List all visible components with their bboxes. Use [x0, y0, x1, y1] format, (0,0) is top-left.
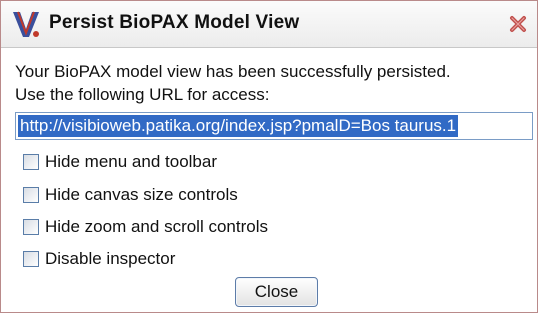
close-button[interactable]: Close — [235, 277, 318, 307]
visibioweb-logo-icon — [11, 9, 41, 39]
hide-menu-toolbar-checkbox[interactable] — [23, 154, 39, 170]
persist-dialog: Persist BioPAX Model View Your BioPAX mo… — [0, 0, 538, 313]
success-message: Your BioPAX model view has been successf… — [15, 62, 451, 81]
hide-zoom-scroll-checkbox[interactable] — [23, 219, 39, 235]
url-instruction: Use the following URL for access: — [15, 85, 270, 104]
dialog-titlebar[interactable]: Persist BioPAX Model View — [1, 1, 537, 48]
close-x-icon[interactable] — [508, 14, 528, 34]
hide-menu-toolbar-label: Hide menu and toolbar — [45, 152, 218, 171]
disable-inspector-checkbox[interactable] — [23, 251, 39, 267]
hide-canvas-size-checkbox[interactable] — [23, 187, 39, 203]
url-value[interactable]: http://visibioweb.patika.org/index.jsp?p… — [18, 115, 459, 137]
hide-canvas-size-label: Hide canvas size controls — [45, 185, 238, 204]
dialog-title: Persist BioPAX Model View — [49, 12, 300, 33]
disable-inspector-label: Disable inspector — [45, 249, 176, 268]
url-input[interactable]: http://visibioweb.patika.org/index.jsp?p… — [15, 112, 533, 140]
hide-zoom-scroll-label: Hide zoom and scroll controls — [45, 217, 268, 236]
